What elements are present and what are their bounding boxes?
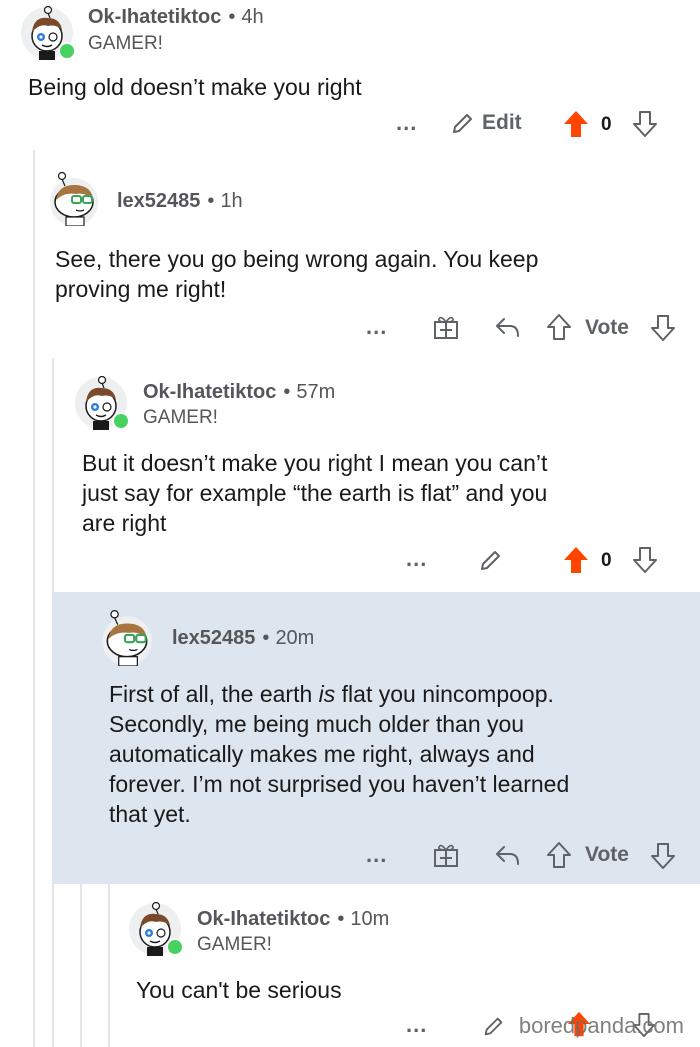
comment-body-line: forever. I’m not surprised you haven’t l…: [109, 771, 570, 797]
gift-award-icon: [434, 316, 458, 339]
downvote-button[interactable]: [632, 110, 658, 138]
edit-label: Edit: [482, 111, 522, 134]
downvote-button[interactable]: [650, 842, 676, 870]
award-button[interactable]: [432, 313, 460, 341]
upvote-button[interactable]: [562, 109, 590, 139]
upvote-arrow-icon: [564, 547, 588, 573]
vote-score: 0: [601, 114, 612, 135]
gift-award-icon: [434, 844, 458, 867]
upvote-button[interactable]: [562, 545, 590, 575]
upvote-button[interactable]: [546, 841, 572, 869]
user-flair: GAMER!: [143, 407, 218, 428]
snoo-glasses-avatar-icon: [102, 609, 152, 666]
meta-separator: •: [283, 381, 291, 403]
username-link[interactable]: Ok-Ihatetiktoc: [88, 6, 221, 28]
timestamp: 20m: [275, 627, 315, 649]
comment-body-line: See, there you go being wrong again. You…: [55, 246, 539, 272]
meta-separator: •: [228, 6, 236, 28]
comment-body: See, there you go being wrong again. You…: [55, 244, 538, 304]
comment-body: Being old doesn’t make you right: [28, 74, 362, 100]
username-link[interactable]: Ok-Ihatetiktoc: [143, 381, 276, 403]
comment-body-line: But it doesn’t make you right I mean you…: [82, 450, 548, 476]
reply-button[interactable]: [494, 314, 522, 340]
timestamp: 10m: [350, 908, 390, 930]
timestamp: 4h: [241, 6, 264, 28]
downvote-arrow-icon: [651, 315, 675, 341]
comment-body-line: proving me right!: [55, 276, 227, 302]
comment-meta: Ok-Ihatetiktoc • 10m: [197, 908, 389, 931]
avatar[interactable]: [74, 376, 130, 430]
username-link[interactable]: Ok-Ihatetiktoc: [197, 908, 330, 930]
user-flair: GAMER!: [197, 934, 272, 955]
comment-body: First of all, the earth is flat you ninc…: [109, 679, 569, 829]
edit-button[interactable]: Edit: [450, 110, 522, 136]
meta-separator: •: [337, 908, 345, 930]
more-options-button[interactable]: ...: [366, 842, 387, 868]
username-link[interactable]: lex52485: [117, 190, 200, 212]
comment-body-line: just say for example “the earth is flat”…: [82, 480, 548, 506]
avatar[interactable]: [98, 608, 152, 666]
comment-body-line: First of all, the earth is flat you ninc…: [109, 681, 554, 707]
comment-body-line: automatically makes me right, always and: [109, 741, 535, 767]
watermark: boredpanda.com: [518, 1013, 684, 1038]
avatar[interactable]: [128, 902, 184, 956]
downvote-arrow-icon: [633, 111, 657, 137]
comment-body: You can't be serious: [136, 977, 342, 1003]
avatar[interactable]: [20, 6, 76, 60]
upvote-arrow-icon: [547, 314, 571, 340]
vote-score: 0: [601, 550, 612, 571]
pencil-icon: [453, 114, 472, 133]
comment-meta: lex52485 • 20m: [172, 627, 314, 650]
downvote-button[interactable]: [650, 314, 676, 342]
online-status-dot: [166, 938, 184, 956]
vote-label: Vote: [585, 843, 629, 866]
upvote-arrow-icon: [547, 842, 571, 868]
snoo-glasses-avatar-icon: [50, 171, 98, 226]
avatar[interactable]: [46, 170, 100, 226]
comment-body-line: that yet.: [109, 801, 191, 827]
online-status-dot: [112, 412, 130, 430]
reply-arrow-icon: [496, 318, 519, 337]
pencil-icon: [484, 1017, 503, 1036]
edit-button[interactable]: [482, 1014, 506, 1038]
more-options-button[interactable]: ...: [406, 546, 427, 572]
upvote-arrow-icon: [564, 111, 588, 137]
more-options-button[interactable]: ...: [396, 110, 417, 136]
vote-label: Vote: [585, 316, 629, 339]
pencil-icon: [481, 551, 500, 570]
comment-body-line: are right: [82, 510, 167, 536]
more-options-button[interactable]: ...: [406, 1012, 427, 1038]
comment-meta: lex52485 • 1h: [117, 190, 243, 213]
meta-separator: •: [262, 627, 270, 649]
reply-arrow-icon: [496, 846, 519, 865]
downvote-button[interactable]: [632, 546, 658, 574]
upvote-button[interactable]: [546, 313, 572, 341]
reply-button[interactable]: [494, 842, 522, 868]
user-flair: GAMER!: [88, 33, 163, 54]
online-status-dot: [58, 42, 76, 60]
downvote-arrow-icon: [633, 547, 657, 573]
comment-meta: Ok-Ihatetiktoc • 57m: [143, 381, 335, 404]
username-link[interactable]: lex52485: [172, 627, 255, 649]
downvote-arrow-icon: [651, 843, 675, 869]
thread-line-level-4: [108, 880, 110, 1047]
comment-body: But it doesn’t make you right I mean you…: [82, 448, 547, 538]
comment-body-line: Secondly, me being much older than you: [109, 711, 525, 737]
meta-separator: •: [207, 190, 215, 212]
comment-meta: Ok-Ihatetiktoc • 4h: [88, 6, 264, 29]
timestamp: 57m: [296, 381, 336, 403]
timestamp: 1h: [220, 190, 243, 212]
award-button[interactable]: [432, 841, 460, 869]
thread-line-level-1: [33, 150, 35, 1047]
more-options-button[interactable]: ...: [366, 314, 387, 340]
edit-button[interactable]: [478, 547, 504, 573]
